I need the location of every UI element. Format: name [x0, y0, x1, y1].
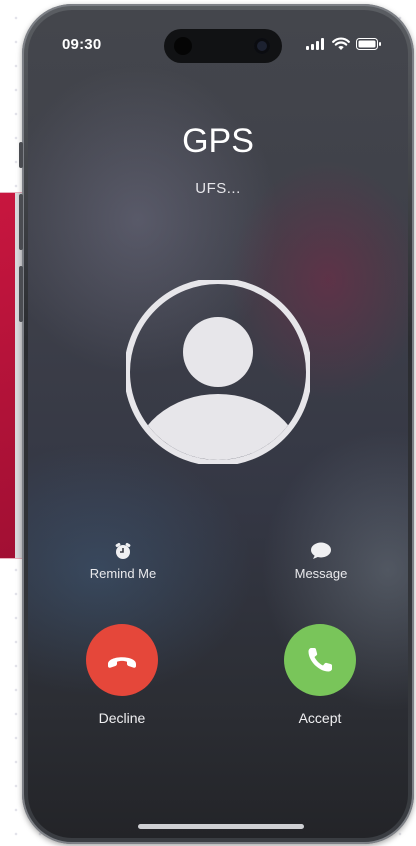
- decline-label: Decline: [98, 710, 146, 726]
- status-time: 09:30: [62, 36, 102, 53]
- home-indicator[interactable]: [138, 824, 304, 829]
- battery-icon: [356, 38, 381, 50]
- message-button[interactable]: Message: [266, 542, 376, 581]
- status-icons: [306, 37, 386, 52]
- message-label: Message: [294, 566, 348, 581]
- person-avatar-icon: [126, 280, 310, 464]
- remind-me-button[interactable]: Remind Me: [68, 542, 178, 581]
- volume-down-button: [19, 266, 23, 322]
- caller-subtitle: UFS...: [195, 180, 241, 197]
- front-camera: [254, 38, 270, 54]
- decline-button[interactable]: [86, 624, 158, 696]
- caller-name: GPS: [182, 122, 254, 160]
- dynamic-island: [164, 29, 282, 63]
- accept-label: Accept: [298, 710, 342, 726]
- wifi-icon: [332, 37, 350, 50]
- incoming-call-screen: 09:30 GPS UFS... Remind Me Message Decli…: [28, 10, 408, 838]
- remind-me-label: Remind Me: [89, 566, 157, 581]
- phone-hangup-icon: [108, 657, 136, 668]
- action-button: [19, 142, 23, 168]
- sensor-dot: [174, 37, 192, 55]
- phone-frame: 09:30 GPS UFS... Remind Me Message Decli…: [19, 4, 414, 844]
- phone-icon: [308, 648, 332, 672]
- chat-bubble-icon: [311, 542, 331, 559]
- volume-up-button: [19, 194, 23, 250]
- alarm-clock-icon: [115, 543, 131, 559]
- accept-button[interactable]: [284, 624, 356, 696]
- signal-bars-icon: [306, 38, 326, 50]
